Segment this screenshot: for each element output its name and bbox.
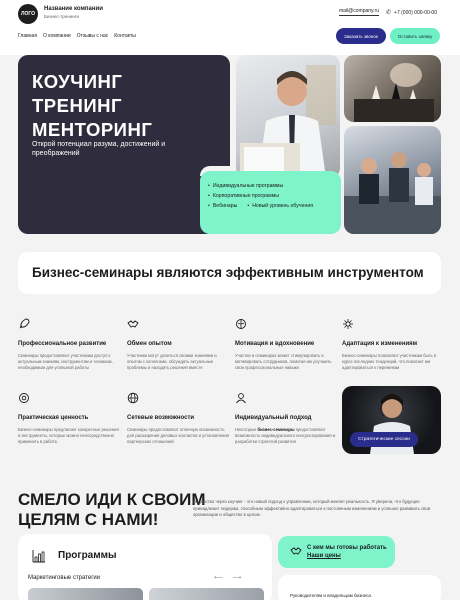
feature-card: Мотивация и вдохновение Участие в семина… (235, 318, 337, 371)
feature-card: Сетевые возможности Семинары предоставля… (127, 392, 229, 445)
company-name: Название компании (44, 6, 103, 12)
feature-card: Профессиональное развитие Семинары предо… (18, 318, 120, 371)
feature-desc: Некоторые бизнес-семинары предоставляют … (235, 427, 336, 444)
user-icon (236, 393, 246, 404)
feature-title: Адаптация к изменениям (342, 341, 418, 347)
feature-card: Индивидуальный подход Некоторые бизнес-с… (235, 392, 337, 445)
service-item: Корпоративные программы (208, 191, 279, 201)
target-icon (19, 393, 29, 403)
service-item: Вебинары (208, 201, 238, 211)
carousel-arrows: ⟵ ⟶ (214, 574, 241, 581)
main-nav: Главная О компании Отзывы с нас Контакты (18, 33, 136, 39)
feature-desc: Семинары предоставляют участникам доступ… (18, 353, 113, 370)
feature-card: Обмен опытом Участники могут делиться св… (127, 318, 229, 371)
coach-photo (236, 55, 340, 178)
nav-item-contacts[interactable]: Контакты (114, 33, 136, 39)
services-list: Индивидуальные программы Корпоративные п… (208, 181, 313, 211)
service-item: Индивидуальные программы (208, 181, 283, 191)
hero-title-line: ТРЕНИНГ (32, 95, 122, 116)
feature-desc: Семинары предоставляют отличную возможно… (127, 427, 229, 444)
phone-icon: ✆ (386, 10, 392, 16)
cta-title: СМЕЛО ИДИ К СВОИМ ЦЕЛЯМ С НАМИ! (18, 490, 206, 530)
feature-title: Мотивация и вдохновение (235, 341, 315, 347)
handshake-icon (290, 547, 302, 555)
phone-number: +7 (000) 000-00-00 (394, 9, 437, 16)
rocket-icon (19, 318, 30, 329)
programs-subtitle: Маркетинговые стратегии (28, 575, 101, 581)
audience-item: Руководителям и владельцам бизнеса (290, 593, 371, 598)
feature-card: Практическая ценность Бизнес-семинары пр… (18, 392, 120, 445)
programs-title: Программы (58, 550, 117, 561)
feature-desc: Бизнес-семинары позволяют участникам быт… (342, 353, 437, 370)
feature-card: Адаптация к изменениям Бизнес-семинары п… (342, 318, 444, 371)
phone-link[interactable]: ✆ +7 (000) 000-00-00 (386, 9, 437, 17)
hero-title-line: КОУЧИНГ (32, 71, 123, 92)
who-title: С кем мы готовы работать (307, 545, 387, 551)
leave-request-button[interactable]: Оставить заявку (390, 28, 440, 44)
globe-icon (127, 392, 139, 404)
hero-title-line: МЕНТОРИНГ (32, 119, 153, 140)
logo[interactable]: ЛОГО (18, 4, 38, 24)
service-item: Новый уровень обучения (247, 201, 313, 211)
cta-description: Лидерство через коучинг - это новый подх… (193, 499, 431, 517)
feature-desc: Участники могут делиться своими знаниями… (127, 353, 217, 370)
tagline-banner: Бизнес-семинары являются эффективным инс… (18, 252, 441, 294)
cta-title-line: СМЕЛО ИДИ К СВОИМ (18, 490, 206, 509)
nav-item-about[interactable]: О компании (43, 33, 71, 39)
nav-item-home[interactable]: Главная (18, 33, 37, 39)
feature-desc: Участие в семинарах может стимулировать … (235, 353, 332, 370)
feature-title: Сетевые возможности (127, 415, 195, 421)
order-call-button[interactable]: Заказать звонок (336, 28, 386, 44)
hero-title: КОУЧИНГ ТРЕНИНГ МЕНТОРИНГ (32, 70, 152, 142)
prices-link[interactable]: Наши цены (307, 553, 341, 559)
email-link[interactable]: mail@company.ru (339, 8, 379, 16)
feature-desc: Бизнес-семинары предлагают конкретные ре… (18, 427, 119, 444)
programs-card: Программы Маркетинговые стратегии ⟵ ⟶ (18, 534, 272, 600)
brain-icon (236, 319, 246, 329)
feature-title: Практическая ценность (18, 415, 89, 421)
bar-chart-icon (32, 550, 45, 563)
feature-title: Обмен опытом (127, 341, 172, 347)
chess-photo (344, 55, 441, 122)
company-tagline: Бизнес-тренинги (44, 14, 79, 19)
strategic-sessions-button[interactable]: Стратегические сессии (350, 432, 418, 447)
arrow-left-icon[interactable]: ⟵ (214, 574, 223, 581)
meeting-photo (344, 126, 441, 234)
program-thumbnail[interactable] (28, 588, 143, 600)
arrow-right-icon[interactable]: ⟶ (233, 574, 242, 581)
sparkle-icon (343, 319, 353, 329)
feature-title: Индивидуальный подход (235, 415, 312, 421)
hero-subtitle: Открой потенциал разума, достижений и пр… (32, 141, 166, 157)
cta-title-line: ЦЕЛЯМ С НАМИ! (18, 510, 159, 529)
banner-text: Бизнес-семинары являются эффективным инс… (32, 265, 424, 280)
handshake-icon (127, 320, 139, 328)
feature-title: Профессиональное развитие (18, 341, 107, 347)
program-thumbnail[interactable] (149, 588, 264, 600)
nav-item-reviews[interactable]: Отзывы с нас (77, 33, 109, 39)
